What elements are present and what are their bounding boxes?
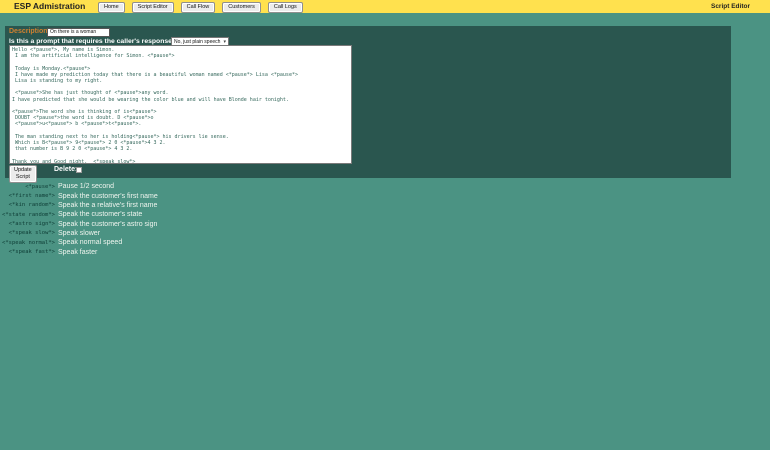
nav-button-home[interactable]: Home xyxy=(98,2,125,13)
list-item: <*kin random*> Speak the a relative's fi… xyxy=(0,201,420,210)
nav-button-script-editor[interactable]: Script Editor xyxy=(132,2,174,13)
top-bar: ESP Admistration Home Script Editor Call… xyxy=(0,0,770,13)
delete-checkbox[interactable] xyxy=(76,167,82,173)
list-item: <*speak normal*> Speak normal speed xyxy=(0,238,420,247)
list-item: <*speak slow*> Speak slower xyxy=(0,229,420,238)
nav-button-customers[interactable]: Customers xyxy=(222,2,261,13)
update-script-button[interactable]: Update Script xyxy=(9,165,37,183)
tag-code-speak-fast: <*speak fast*> xyxy=(0,249,55,255)
list-item: <*speak fast*> Speak faster xyxy=(0,247,420,256)
response-question-label: Is this a prompt that requires the calle… xyxy=(9,38,176,45)
tag-description: Pause 1/2 second xyxy=(58,183,114,190)
app-title: ESP Admistration xyxy=(14,0,85,13)
tag-description: Speak the customer's state xyxy=(58,211,142,218)
tag-code-astro-sign: <*astro sign*> xyxy=(0,221,55,227)
script-textarea[interactable]: Hello <*pause*>, My name is Simon. I am … xyxy=(9,45,352,164)
response-type-selected-value: No, just plain speech xyxy=(174,39,220,45)
list-item: <*state random*> Speak the customer's st… xyxy=(0,210,420,219)
tag-description: Speak the customer's astro sign xyxy=(58,221,157,228)
tag-description: Speak the customer's first name xyxy=(58,193,158,200)
description-input[interactable] xyxy=(47,28,110,37)
tag-description: Speak slower xyxy=(58,230,100,237)
tag-code-state-random: <*state random*> xyxy=(0,212,55,218)
script-editor-panel: Description: Is this a prompt that requi… xyxy=(5,26,731,178)
tag-description: Speak the a relative's first name xyxy=(58,202,157,209)
description-label: Description: xyxy=(9,28,50,35)
nav-button-call-logs[interactable]: Call Logs xyxy=(268,2,303,13)
list-item: <*astro sign*> Speak the customer's astr… xyxy=(0,219,420,228)
tag-description: Speak normal speed xyxy=(58,239,122,246)
chevron-down-icon: ▾ xyxy=(223,39,226,45)
tag-code-speak-slow: <*speak slow*> xyxy=(0,230,55,236)
tag-code-speak-normal: <*speak normal*> xyxy=(0,240,55,246)
tag-code-first-name: <*first name*> xyxy=(0,193,55,199)
tag-code-pause: <*pause*> xyxy=(0,184,55,190)
tag-code-kin-random: <*kin random*> xyxy=(0,202,55,208)
delete-label: Delete: xyxy=(54,166,77,173)
top-navigation: Home Script Editor Call Flow Customers C… xyxy=(98,2,310,13)
tag-legend: <*pause*> Pause 1/2 second <*first name*… xyxy=(0,182,420,257)
nav-button-call-flow[interactable]: Call Flow xyxy=(181,2,216,13)
current-page-label: Script Editor xyxy=(711,0,750,13)
list-item: <*pause*> Pause 1/2 second xyxy=(0,182,420,191)
list-item: <*first name*> Speak the customer's firs… xyxy=(0,191,420,200)
tag-description: Speak faster xyxy=(58,249,97,256)
